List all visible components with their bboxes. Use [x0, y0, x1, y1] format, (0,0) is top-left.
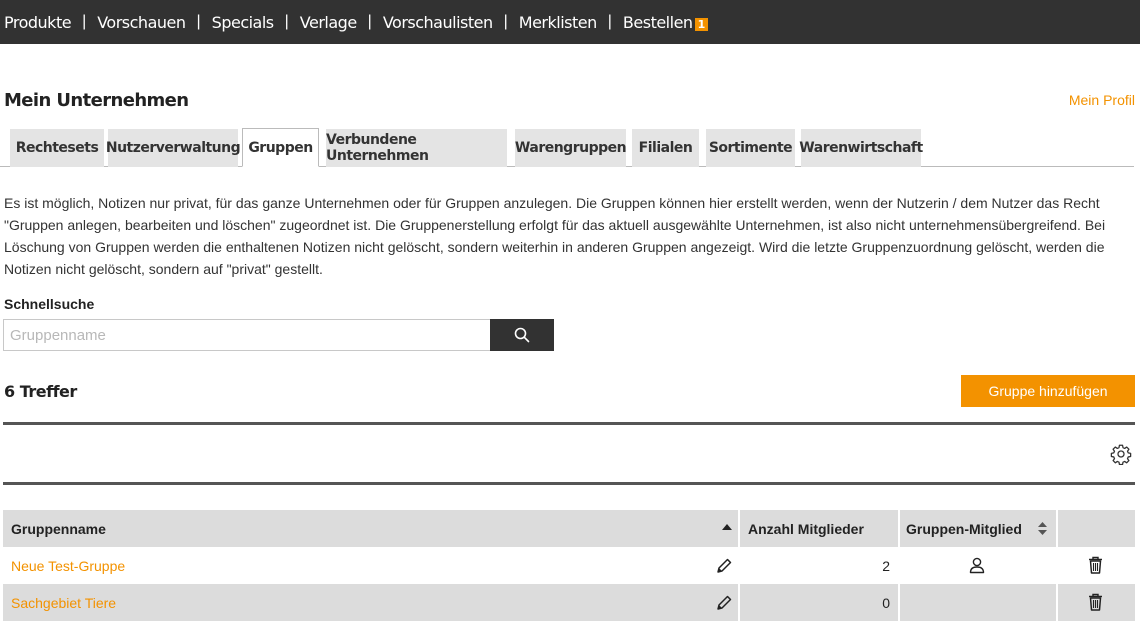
nav-separator: | [503, 13, 508, 30]
groups-table: Gruppenname Anzahl Mitglieder Gruppen-Mi… [3, 510, 1135, 621]
member-count: 2 [882, 557, 890, 574]
column-divider [898, 510, 900, 547]
column-divider [1056, 584, 1058, 621]
tab-sortimente[interactable]: Sortimente [706, 129, 795, 167]
column-divider [738, 510, 740, 547]
nav-separator: | [196, 13, 201, 30]
table-row: Neue Test-Gruppe 2 [3, 547, 1135, 584]
result-count: 6 Treffer [4, 382, 77, 401]
top-navigation: Produkte | Vorschauen | Specials | Verla… [0, 0, 1140, 44]
tab-verbundene-unternehmen[interactable]: Verbundene Unternehmen [326, 129, 507, 167]
gear-icon[interactable] [1110, 443, 1132, 465]
nav-vorschaulisten[interactable]: Vorschaulisten [383, 13, 493, 32]
tab-warenwirtschaft[interactable]: Warenwirtschaft [799, 129, 923, 167]
sort-ascending-icon[interactable] [721, 523, 733, 531]
column-divider [898, 584, 900, 621]
column-header-member-count[interactable]: Anzahl Mitglieder [748, 510, 864, 547]
nav-vorschauen[interactable]: Vorschauen [97, 13, 186, 32]
nav-produkte[interactable]: Produkte [4, 13, 72, 32]
column-header-group-name[interactable]: Gruppenname [11, 510, 106, 547]
cart-count-badge: 1 [694, 17, 708, 31]
user-icon [969, 557, 985, 574]
search-button[interactable] [490, 319, 554, 351]
divider [3, 482, 1135, 485]
tab-nutzerverwaltung[interactable]: Nutzerverwaltung [106, 129, 241, 167]
nav-separator: | [367, 13, 372, 30]
nav-merklisten[interactable]: Merklisten [519, 13, 597, 32]
nav-separator: | [284, 13, 289, 30]
search-icon [514, 327, 530, 343]
nav-verlage[interactable]: Verlage [300, 13, 357, 32]
edit-pencil-icon[interactable] [715, 594, 733, 612]
nav-specials[interactable]: Specials [212, 13, 274, 32]
tab-warengruppen[interactable]: Warengruppen [515, 129, 627, 167]
nav-bestellen-label: Bestellen [622, 12, 693, 32]
nav-separator: | [607, 13, 612, 30]
page-title: Mein Unternehmen [4, 90, 189, 111]
trash-icon[interactable] [1088, 556, 1103, 574]
table-header: Gruppenname Anzahl Mitglieder Gruppen-Mi… [3, 510, 1135, 547]
groups-description: Es ist möglich, Notizen nur privat, für … [4, 195, 1106, 277]
group-name-search-input[interactable] [3, 319, 491, 351]
tab-bar: Rechtesets Nutzerverwaltung Gruppen Verb… [0, 128, 1134, 167]
edit-pencil-icon[interactable] [715, 557, 733, 575]
sort-both-icon[interactable] [1037, 521, 1048, 536]
tab-filialen[interactable]: Filialen [632, 129, 699, 167]
table-row: Sachgebiet Tiere 0 [3, 584, 1135, 621]
my-profile-link[interactable]: Mein Profil [1069, 92, 1135, 108]
nav-bestellen[interactable]: Bestellen 1 [623, 13, 708, 32]
trash-icon[interactable] [1088, 593, 1103, 611]
tab-gruppen[interactable]: Gruppen [242, 128, 319, 167]
quick-search-label: Schnellsuche [4, 296, 95, 312]
tab-rechtesets[interactable]: Rechtesets [10, 129, 104, 167]
group-name-link[interactable]: Sachgebiet Tiere [11, 595, 116, 611]
add-group-button[interactable]: Gruppe hinzufügen [961, 375, 1135, 407]
group-name-link[interactable]: Neue Test-Gruppe [11, 558, 125, 574]
member-count: 0 [882, 594, 890, 611]
column-divider [1056, 510, 1058, 547]
column-header-group-member[interactable]: Gruppen-Mitglied [906, 510, 1022, 547]
divider [3, 422, 1135, 425]
nav-separator: | [82, 13, 87, 30]
